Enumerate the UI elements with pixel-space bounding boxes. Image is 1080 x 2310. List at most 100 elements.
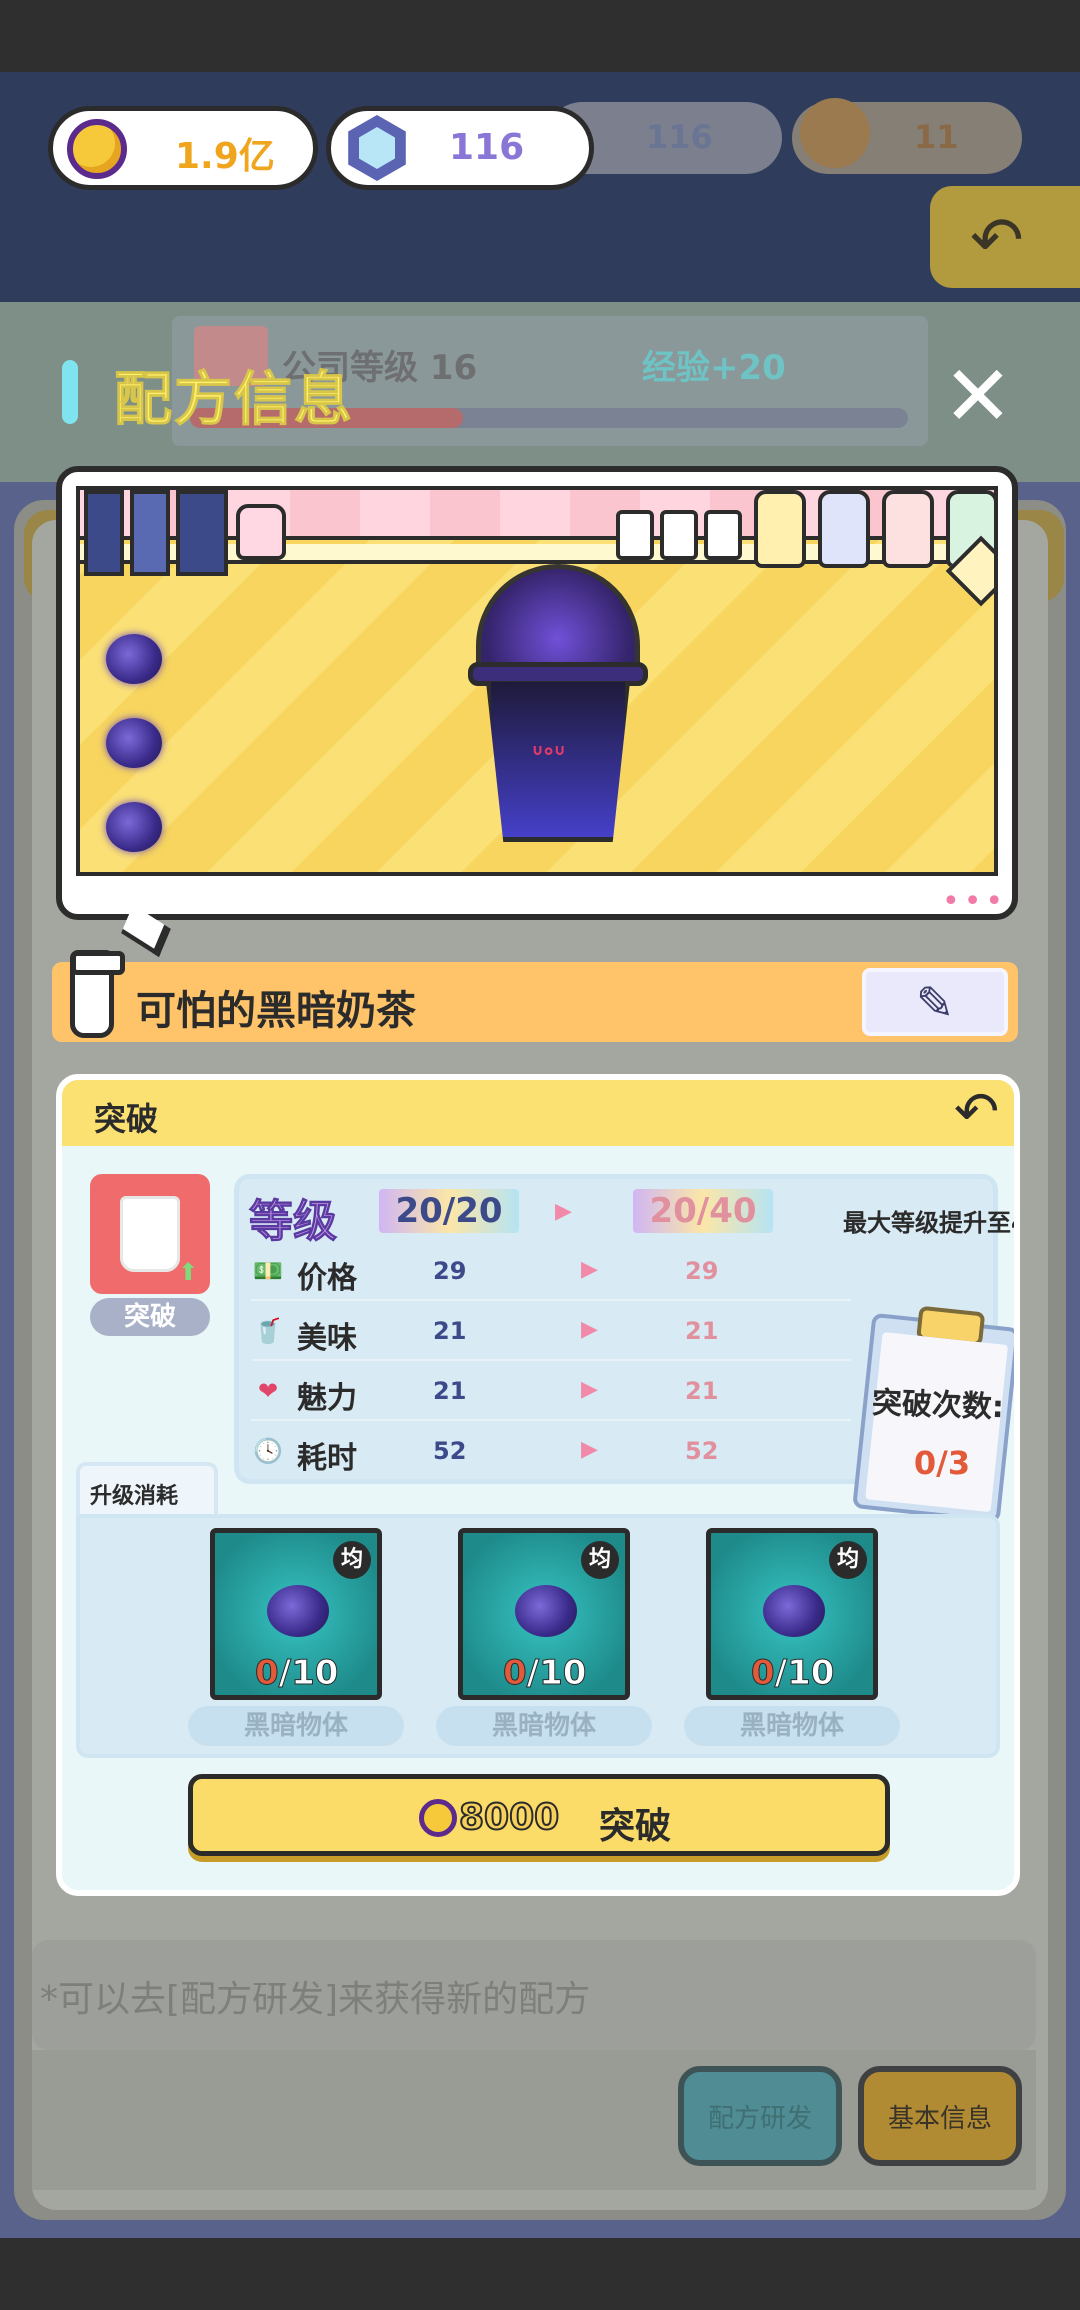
material-slot[interactable]: 均 0/10 bbox=[706, 1528, 878, 1700]
max-level-note: 最大等级提升至40 bbox=[843, 1209, 1014, 1237]
book-icon bbox=[130, 490, 170, 576]
edit-name-button[interactable]: ✎ bbox=[862, 968, 1008, 1036]
breakthrough-header: 突破 ↶ bbox=[62, 1080, 1014, 1146]
exp-text: 经验+20 bbox=[642, 348, 786, 388]
stat-row-taste: 🥤 美味 21 ▶ 21 bbox=[251, 1303, 851, 1361]
breakthrough-button-label: 突破 bbox=[599, 1806, 672, 1847]
navigation-bar bbox=[0, 2238, 1080, 2310]
breakthrough-panel: 突破 ↶ ⬆ 突破 等级 20/20 ▶ 20/40 最大等级提升至40 💵 价… bbox=[56, 1074, 1020, 1896]
jar-icon bbox=[754, 490, 806, 568]
gem-counter[interactable]: 116 bbox=[326, 106, 594, 190]
background-back-button: ↶ bbox=[930, 186, 1080, 288]
stat-name: 美味 bbox=[297, 1321, 357, 1356]
more-dots-icon[interactable]: ••• bbox=[942, 884, 1007, 914]
background-info-button: 基本信息 bbox=[858, 2066, 1022, 2166]
cup-icon: 🥤 bbox=[253, 1317, 283, 1345]
stat-row-time: 🕓 耗时 52 ▶ 52 bbox=[251, 1423, 851, 1481]
clock-icon: 🕓 bbox=[253, 1437, 283, 1465]
material-name: 黑暗物体 bbox=[188, 1706, 404, 1746]
material-badge: 均 bbox=[333, 1541, 371, 1579]
dark-orb-icon bbox=[106, 718, 162, 768]
close-button[interactable]: ✕ bbox=[938, 354, 1018, 440]
material-badge: 均 bbox=[829, 1541, 867, 1579]
stat-current: 21 bbox=[433, 1317, 467, 1345]
price-tag-icon bbox=[704, 510, 742, 560]
recipe-name-bar: 可怕的黑暗奶茶 ✎ bbox=[52, 950, 1018, 1042]
jar-icon bbox=[882, 490, 934, 568]
arrow-right-icon: ▶ bbox=[581, 1317, 598, 1342]
coin-icon bbox=[67, 119, 127, 179]
level-next: 20/40 bbox=[633, 1189, 773, 1233]
material-count: 0/10 bbox=[751, 1653, 835, 1694]
breakthrough-button[interactable]: 8000 突破 bbox=[188, 1774, 890, 1856]
dark-milk-tea-cup: ᐡᐤᐡ bbox=[468, 564, 648, 844]
stat-next: 29 bbox=[685, 1257, 719, 1285]
back-arrow-icon: ↶ bbox=[970, 204, 1024, 278]
breakthrough-cost: 8000 bbox=[458, 1796, 560, 1839]
jar-icon bbox=[818, 490, 870, 568]
dark-orb-icon bbox=[267, 1585, 329, 1637]
pencil-icon: ✎ bbox=[915, 976, 955, 1030]
cup-icon bbox=[70, 950, 125, 1038]
breakthrough-count-value: 0/3 bbox=[913, 1444, 971, 1482]
gem-value: 116 bbox=[449, 127, 525, 168]
stat-row-price: 💵 价格 29 ▶ 29 bbox=[251, 1243, 851, 1301]
scene-counter: ᐡᐤᐡ bbox=[76, 486, 998, 876]
coin-icon bbox=[419, 1799, 457, 1837]
stat-name: 魅力 bbox=[297, 1381, 357, 1416]
heart-icon: ❤ bbox=[257, 1377, 279, 1405]
money-icon: 💵 bbox=[253, 1257, 283, 1285]
stat-next: 21 bbox=[685, 1317, 719, 1345]
background-research-button: 配方研发 bbox=[678, 2066, 842, 2166]
breakthrough-section-label: 突破 bbox=[94, 1100, 159, 1138]
stat-next: 52 bbox=[685, 1437, 719, 1465]
back-icon[interactable]: ↶ bbox=[954, 1080, 999, 1143]
breakthrough-tag: 突破 bbox=[90, 1298, 210, 1336]
stat-name: 耗时 bbox=[297, 1441, 357, 1476]
gem-icon bbox=[348, 115, 406, 181]
arrow-right-icon: ▶ bbox=[581, 1377, 598, 1402]
stat-next: 21 bbox=[685, 1377, 719, 1405]
stat-row-charm: ❤ 魅力 21 ▶ 21 bbox=[251, 1363, 851, 1421]
status-bar bbox=[0, 0, 1080, 72]
material-slot[interactable]: 均 0/10 bbox=[458, 1528, 630, 1700]
stat-current: 29 bbox=[433, 1257, 467, 1285]
upgrade-arrow-icon: ⬆ bbox=[178, 1258, 199, 1286]
level-current: 20/20 bbox=[379, 1189, 519, 1233]
background-pill-avatar: 11 bbox=[792, 98, 1022, 174]
arrow-right-icon: ▶ bbox=[555, 1199, 572, 1224]
recipe-scene: ᐡᐤᐡ ••• bbox=[56, 466, 1018, 920]
dark-orb-icon bbox=[515, 1585, 577, 1637]
dark-orb-icon bbox=[106, 802, 162, 852]
material-badge: 均 bbox=[581, 1541, 619, 1579]
level-label: 等级 bbox=[249, 1196, 338, 1248]
upgrade-cost-label: 升级消耗 bbox=[90, 1484, 179, 1509]
recipe-name: 可怕的黑暗奶茶 bbox=[136, 988, 416, 1034]
material-count: 0/10 bbox=[503, 1653, 587, 1694]
book-icon bbox=[176, 490, 228, 576]
price-tag-icon bbox=[660, 510, 698, 560]
title-accent bbox=[62, 360, 78, 424]
breakthrough-recipe-icon: ⬆ bbox=[90, 1174, 210, 1294]
material-name: 黑暗物体 bbox=[436, 1706, 652, 1746]
dark-orb-icon bbox=[763, 1585, 825, 1637]
material-count: 0/10 bbox=[255, 1653, 339, 1694]
stat-current: 52 bbox=[433, 1437, 467, 1465]
background-hint-text: *可以去[配方研发]来获得新的配方 bbox=[32, 1940, 1036, 2050]
arrow-right-icon: ▶ bbox=[581, 1437, 598, 1462]
cat-face-icon: ᐡᐤᐡ bbox=[532, 740, 566, 773]
cup-lid bbox=[476, 564, 640, 674]
stat-name: 价格 bbox=[297, 1261, 357, 1296]
upgrade-cost-tab: 升级消耗 bbox=[76, 1462, 218, 1518]
breakthrough-count-label: 突破次数: bbox=[871, 1385, 1005, 1426]
gold-counter[interactable]: 1.9亿 bbox=[48, 106, 318, 190]
close-icon: ✕ bbox=[942, 347, 1014, 445]
jar-icon bbox=[236, 504, 286, 560]
gold-value: 1.9亿 bbox=[175, 136, 275, 177]
background-pill-value: 11 bbox=[914, 118, 959, 156]
arrow-right-icon: ▶ bbox=[581, 1257, 598, 1282]
stat-current: 21 bbox=[433, 1377, 467, 1405]
material-slot[interactable]: 均 0/10 bbox=[210, 1528, 382, 1700]
cup-icon bbox=[120, 1196, 180, 1272]
dialog-title: 配方信息 bbox=[113, 365, 355, 434]
